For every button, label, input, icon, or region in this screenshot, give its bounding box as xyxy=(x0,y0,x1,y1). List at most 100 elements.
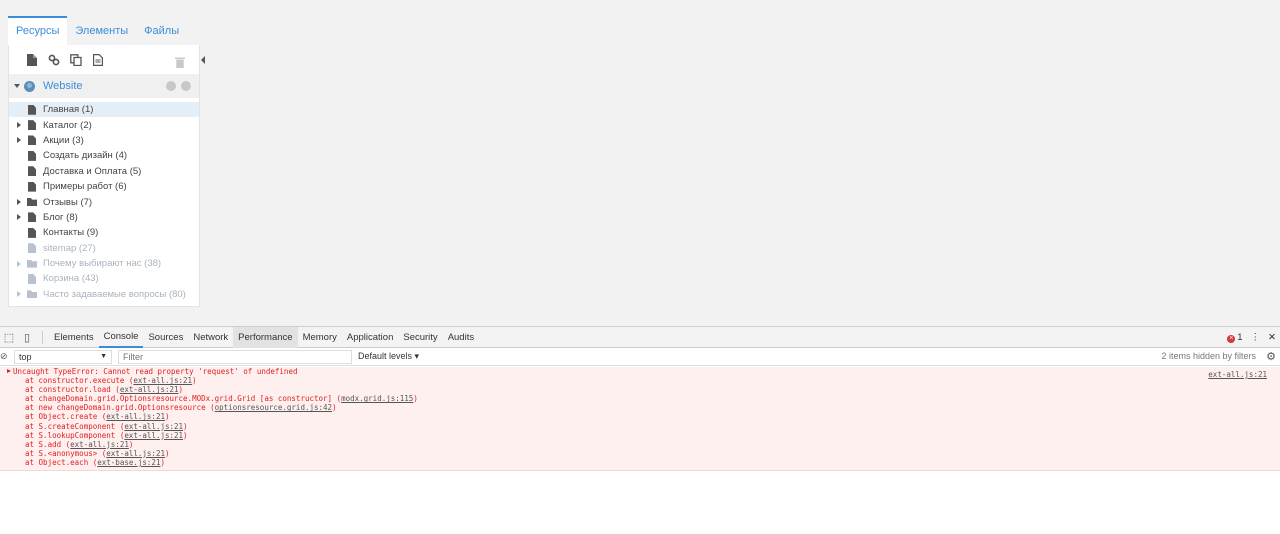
tree-node-label: Создать дизайн (4) xyxy=(43,150,128,162)
chevron-right-icon[interactable] xyxy=(17,199,21,206)
app-area: Ресурсы Элементы Файлы Website Главная (… xyxy=(0,0,1280,326)
stack-frame-link[interactable]: ext-all.js:21 xyxy=(124,431,183,440)
stack-frame-link[interactable]: modx.grid.js:115 xyxy=(341,394,413,403)
tree-node[interactable]: sitemap (27) xyxy=(9,241,199,256)
stack-frame-link[interactable]: ext-base.js:21 xyxy=(97,458,160,467)
stack-frame: at Object.create (ext-all.js:21) xyxy=(0,412,1280,421)
doc-icon xyxy=(27,104,37,115)
collapse-panel-icon[interactable] xyxy=(201,56,205,64)
paren: ) xyxy=(183,421,188,431)
stack-frame: at constructor.load (ext-all.js:21) xyxy=(0,385,1280,394)
tree-node-label: Примеры работ (6) xyxy=(43,181,127,193)
devtools-panel: ⬚ ▯ Elements Console Sources Network Perform… xyxy=(0,326,1280,534)
add-circle-icon[interactable] xyxy=(166,81,176,91)
tab-audits[interactable]: Audits xyxy=(443,327,479,348)
clear-console-icon[interactable]: ⊘ xyxy=(0,351,8,362)
stack-frame-link[interactable]: ext-all.js:21 xyxy=(106,449,165,458)
error-message[interactable]: Uncaught TypeError: Cannot read property… xyxy=(0,367,1280,376)
inspect-icon[interactable]: ⬚ xyxy=(0,327,18,348)
copy-icon[interactable] xyxy=(65,50,87,70)
close-icon[interactable]: ✕ xyxy=(1268,332,1276,343)
tree-node[interactable]: Каталог (2) xyxy=(9,117,199,132)
percent-icon xyxy=(27,135,37,146)
resource-panel: Website Главная (1) Каталог (2) Акции (3) С… xyxy=(8,45,200,307)
tree-node-label: Главная (1) xyxy=(43,104,94,116)
stack-frame-link[interactable]: ext-all.js:21 xyxy=(133,376,192,385)
envelope-icon xyxy=(27,227,37,238)
tree-node-label: Контакты (9) xyxy=(43,227,99,239)
folder-icon-shape xyxy=(27,290,37,299)
tab-performance[interactable]: Performance xyxy=(233,326,298,348)
paren: ) xyxy=(178,385,184,395)
devtools-tabbar: ⬚ ▯ Elements Console Sources Network Perform… xyxy=(0,326,1280,348)
stack-frame-link[interactable]: ext-all.js:21 xyxy=(120,385,179,394)
chevron-right-icon[interactable] xyxy=(17,260,21,267)
stack-frame-text: at S.lookupComponent ( xyxy=(25,430,125,440)
chevron-right-icon[interactable] xyxy=(17,137,21,144)
gear-icon[interactable]: ⚙ xyxy=(1266,350,1276,363)
tab-files[interactable]: Файлы xyxy=(136,16,187,45)
tree-node[interactable]: Корзина (43) xyxy=(9,271,199,286)
tree-node-label: Корзина (43) xyxy=(43,273,99,285)
tree-node[interactable]: Акции (3) xyxy=(9,133,199,148)
resource-tabs: Ресурсы Элементы Файлы xyxy=(8,16,187,45)
stack-frame-link[interactable]: ext-all.js:21 xyxy=(124,422,183,431)
folder-icon xyxy=(27,289,37,299)
tree-node[interactable]: Главная (1) xyxy=(9,102,199,118)
stack-frame-link[interactable]: ext-all.js:21 xyxy=(70,440,129,449)
tree-node[interactable]: Блог (8) xyxy=(9,210,199,225)
tab-application[interactable]: Application xyxy=(342,327,398,348)
device-toggle-icon[interactable]: ▯ xyxy=(18,327,36,348)
tree-node-label: sitemap (27) xyxy=(43,242,96,254)
new-document-icon[interactable] xyxy=(21,50,43,70)
cart-icon-shape xyxy=(28,120,36,131)
tab-security[interactable]: Security xyxy=(398,327,442,348)
tree-node[interactable]: Создать дизайн (4) xyxy=(9,148,199,163)
devtools-right-controls: × 1 ⋮ ✕ xyxy=(1227,327,1276,348)
paren: ) xyxy=(128,439,134,449)
paren: ) xyxy=(332,403,337,413)
tree-node[interactable]: Контакты (9) xyxy=(9,225,199,240)
stack-frame: at Object.each (ext-base.js:21) xyxy=(0,458,1280,467)
chevron-down-icon[interactable] xyxy=(14,84,20,88)
stack-trace: at constructor.execute (ext-all.js:21) at… xyxy=(0,376,1280,467)
resource-toolbar xyxy=(9,45,199,74)
error-source-link[interactable]: ext-all.js:21 xyxy=(1208,370,1267,379)
envelope-icon-shape xyxy=(28,227,36,238)
more-options-icon[interactable]: ⋮ xyxy=(1251,332,1261,343)
context-select[interactable]: top xyxy=(14,349,112,364)
stack-frame: at constructor.execute (ext-all.js:21) xyxy=(0,376,1280,385)
stack-frame-link[interactable]: optionsresource.grid.js:42 xyxy=(215,403,332,412)
stack-frame-text: at S.createComponent ( xyxy=(25,421,125,431)
tree-node[interactable]: Часто задаваемые вопросы (80) xyxy=(9,287,199,302)
tab-elements[interactable]: Элементы xyxy=(67,16,136,45)
tree-node[interactable]: Отзывы (7) xyxy=(9,194,199,209)
stack-frame-link[interactable]: ext-all.js:21 xyxy=(106,412,165,421)
refresh-icon[interactable] xyxy=(181,81,191,91)
filter-input[interactable] xyxy=(118,349,352,364)
tab-memory[interactable]: Memory xyxy=(298,327,342,348)
error-counter[interactable]: × 1 xyxy=(1227,332,1243,343)
tab-console[interactable]: Console xyxy=(98,327,144,348)
tree-node-label: Блог (8) xyxy=(43,211,78,223)
tree-node[interactable]: Доставка и Оплата (5) xyxy=(9,164,199,179)
site-context-row[interactable]: Website xyxy=(9,74,199,98)
stack-frame-text: at changeDomain.grid.Optionsresource.MOD… xyxy=(25,394,342,404)
stack-frame: at S.add (ext-all.js:21) xyxy=(0,440,1280,449)
tab-network[interactable]: Network xyxy=(188,327,233,348)
chevron-right-icon[interactable] xyxy=(17,291,21,298)
tab-sources[interactable]: Sources xyxy=(143,327,188,348)
divider xyxy=(42,330,43,344)
tab-resources[interactable]: Ресурсы xyxy=(8,16,68,45)
log-levels-dropdown[interactable]: Default levels ▾ xyxy=(358,351,419,362)
chevron-right-icon[interactable] xyxy=(17,122,21,129)
tab-elements[interactable]: Elements xyxy=(49,327,99,348)
tree-node[interactable]: Примеры работ (6) xyxy=(9,179,199,194)
chevron-right-icon[interactable] xyxy=(17,214,21,221)
trash-icon[interactable] xyxy=(169,52,191,72)
text-document-icon[interactable] xyxy=(87,50,109,70)
doc-icon-shape xyxy=(28,243,36,254)
doc-icon-shape xyxy=(28,150,36,161)
link-icon[interactable] xyxy=(43,50,65,70)
tree-node[interactable]: Почему выбирают нас (38) xyxy=(9,256,199,271)
